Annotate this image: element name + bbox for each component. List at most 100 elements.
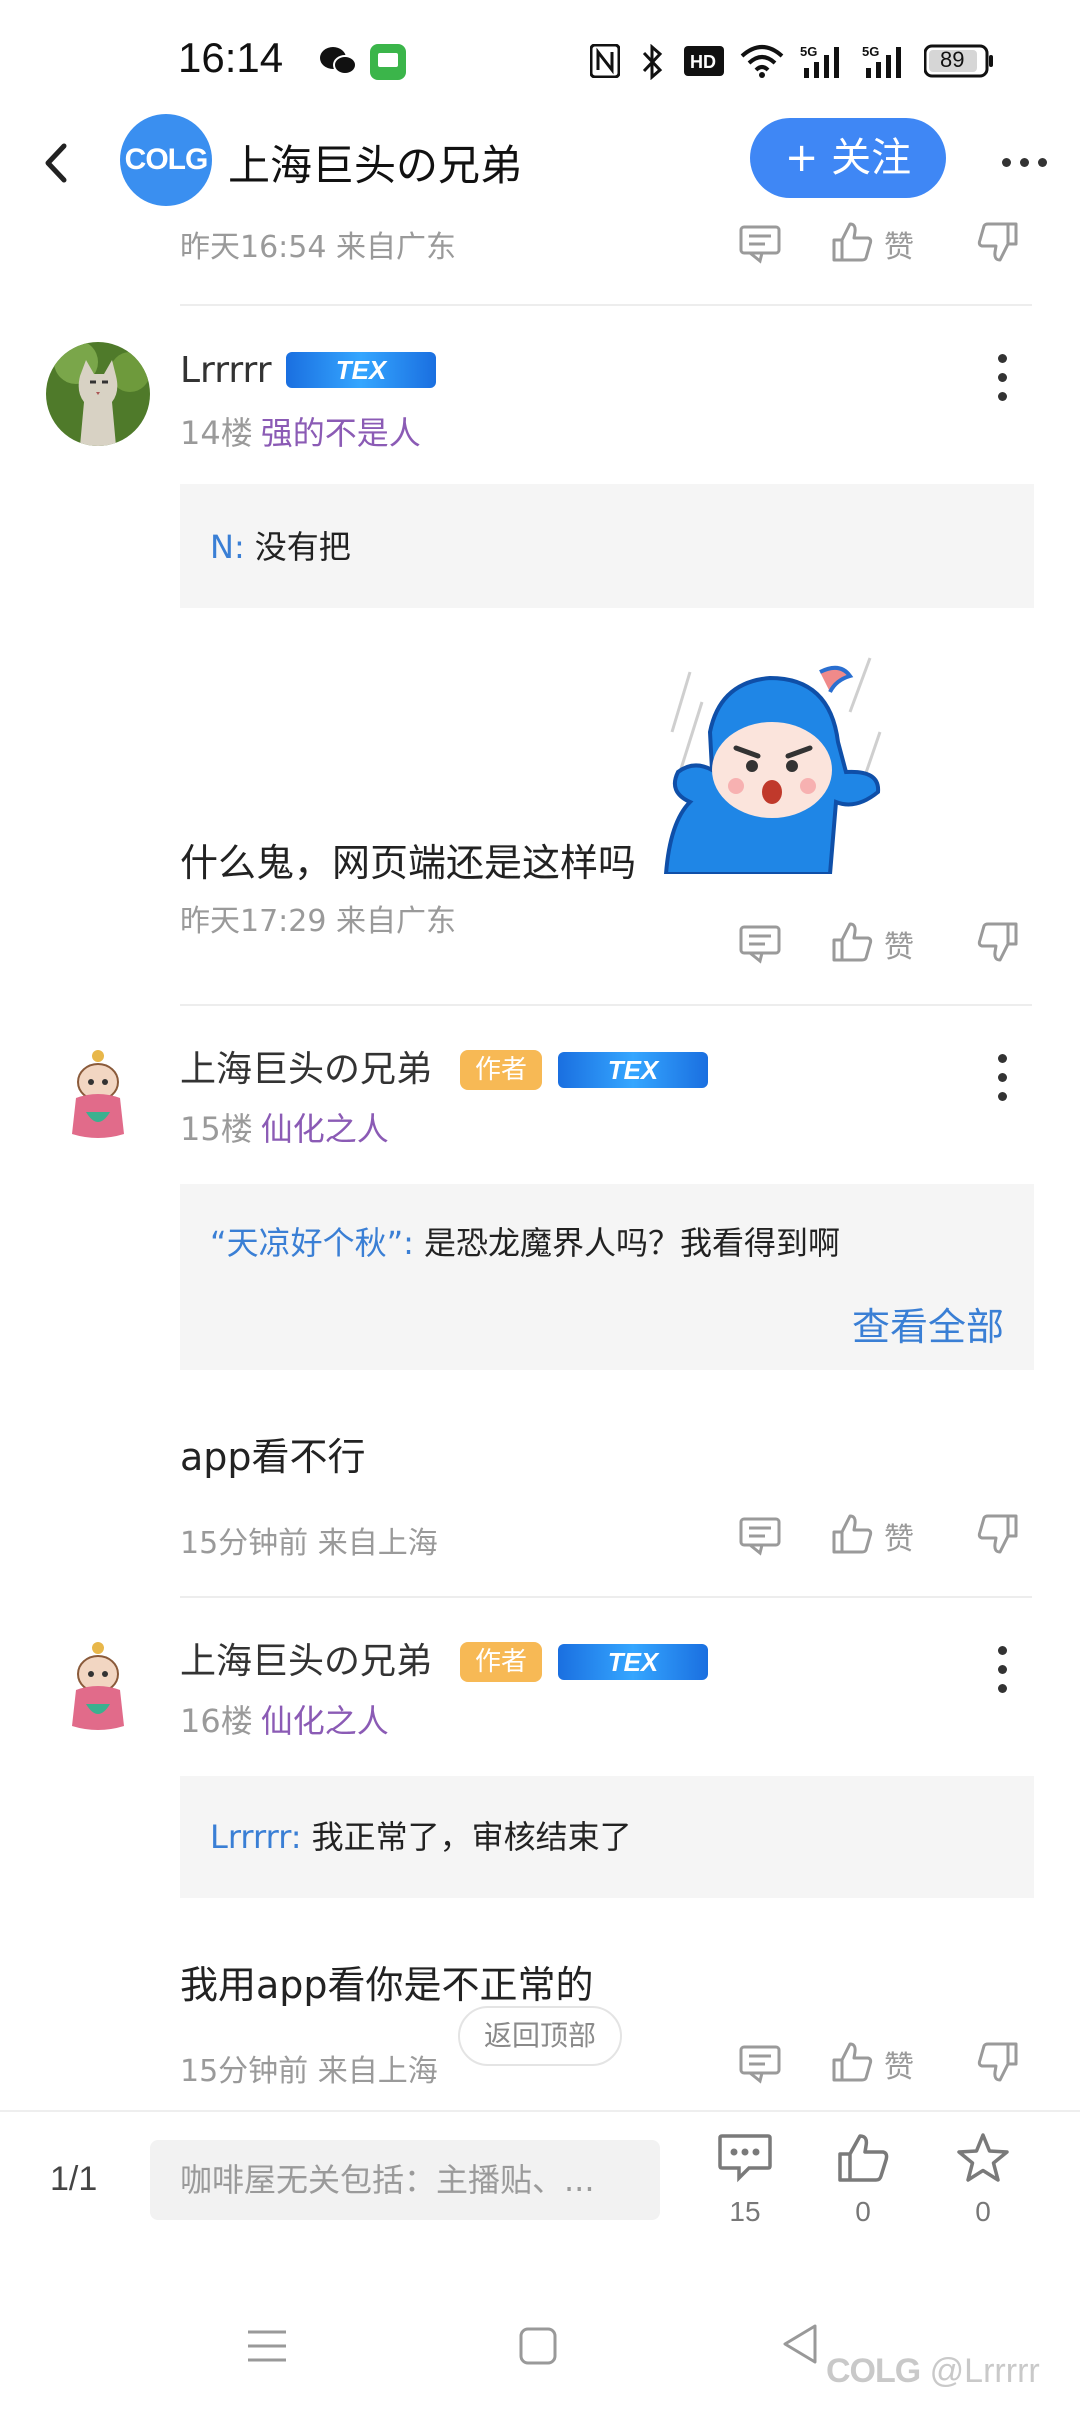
signal-5g-icon: 5G bbox=[862, 44, 901, 78]
floor-info: 15楼 仙化之人 bbox=[180, 1104, 389, 1150]
back-icon[interactable] bbox=[36, 138, 76, 188]
comment-icon[interactable] bbox=[738, 924, 782, 964]
like-icon[interactable] bbox=[830, 2040, 874, 2084]
top-header: COLG 上海巨头の兄弟 + 关注 bbox=[0, 112, 1080, 218]
comment-bubble-icon bbox=[718, 2134, 772, 2183]
more-options-icon[interactable] bbox=[1002, 152, 1062, 167]
star-count: 0 bbox=[975, 2196, 991, 2227]
comment-icon[interactable] bbox=[738, 2044, 782, 2084]
post-text: app看不行 bbox=[180, 1435, 366, 1479]
bluetooth-icon bbox=[642, 44, 663, 80]
level-badge: TEX bbox=[286, 352, 436, 388]
quote-author[interactable]: Lrrrrr: bbox=[210, 1818, 302, 1856]
floor-number: 14楼 bbox=[180, 414, 253, 452]
favorite-button[interactable]: 0 bbox=[938, 2132, 1028, 2228]
user-title[interactable]: 仙化之人 bbox=[261, 1702, 389, 1740]
view-all-link[interactable]: 查看全部 bbox=[852, 1296, 1004, 1351]
like-label[interactable]: 赞 bbox=[884, 922, 914, 966]
post-actions: 赞 bbox=[738, 918, 1028, 968]
floor-info: 14楼 强的不是人 bbox=[180, 408, 421, 454]
post-meta: 15分钟前 来自上海 bbox=[180, 1526, 438, 1561]
hd-icon: HD bbox=[684, 46, 724, 76]
quote-line: Lrrrrr: 我正常了，审核结束了 bbox=[210, 1812, 632, 1858]
quoted-comment[interactable]: Lrrrrr: 我正常了，审核结束了 bbox=[180, 1776, 1034, 1898]
nfc-icon bbox=[590, 44, 620, 78]
thumb-up-icon bbox=[838, 2134, 889, 2182]
like-label[interactable]: 赞 bbox=[884, 222, 914, 266]
comment-icon[interactable] bbox=[738, 224, 782, 264]
home-icon[interactable] bbox=[518, 2326, 558, 2366]
quote-text: 我正常了，审核结束了 bbox=[311, 1818, 632, 1856]
author-badge: 作者 bbox=[460, 1050, 542, 1090]
user-title[interactable]: 仙化之人 bbox=[261, 1110, 389, 1148]
like-label[interactable]: 赞 bbox=[884, 2042, 914, 2086]
post-menu-icon[interactable] bbox=[996, 354, 1008, 402]
watermark-brand: COLG bbox=[826, 2352, 921, 2390]
dislike-icon[interactable] bbox=[976, 1512, 1020, 1556]
quote-line: N: 没有把 bbox=[210, 522, 351, 568]
post-text: 我用app看你是不正常的 bbox=[180, 1963, 594, 2007]
user-title[interactable]: 强的不是人 bbox=[261, 414, 421, 452]
like-label[interactable]: 赞 bbox=[884, 1514, 914, 1558]
battery-level: 89 bbox=[940, 47, 965, 72]
star-icon bbox=[957, 2133, 1009, 2182]
nav-back-icon[interactable] bbox=[780, 2322, 820, 2366]
divider bbox=[180, 1596, 1032, 1598]
post-meta: 昨天16:54 来自广东 bbox=[180, 230, 456, 265]
quote-author[interactable]: N: bbox=[210, 528, 245, 566]
username[interactable]: 上海巨头の兄弟 bbox=[180, 1040, 432, 1092]
status-bar: 16:14 HD 5G 5G 89 bbox=[0, 0, 1080, 120]
page-indicator[interactable]: 1/1 bbox=[50, 2160, 97, 2199]
post-text: 什么鬼，网页端还是这样吗 bbox=[180, 841, 637, 885]
divider bbox=[180, 1004, 1032, 1006]
quote-author[interactable]: “天凉好个秋”: bbox=[210, 1224, 414, 1262]
level-badge: TEX bbox=[558, 1644, 708, 1680]
sticker-image[interactable] bbox=[660, 652, 886, 874]
divider bbox=[180, 304, 1032, 306]
like-icon[interactable] bbox=[830, 220, 874, 264]
post-menu-icon[interactable] bbox=[996, 1054, 1008, 1102]
post-menu-icon[interactable] bbox=[996, 1646, 1008, 1694]
post-actions: 赞 bbox=[738, 218, 1028, 268]
comments-button[interactable]: 15 bbox=[700, 2132, 790, 2228]
system-nav-bar bbox=[0, 2280, 1080, 2412]
reply-input[interactable]: 咖啡屋无关包括：主播贴、... bbox=[150, 2140, 660, 2220]
menu-icon[interactable] bbox=[246, 2328, 288, 2364]
post-actions: 赞 bbox=[738, 1510, 1028, 1560]
floor-info: 16楼 仙化之人 bbox=[180, 1696, 389, 1742]
signal-5g-icon: 5G bbox=[800, 44, 839, 78]
svg-text:HD: HD bbox=[690, 52, 716, 72]
dislike-icon[interactable] bbox=[976, 2040, 1020, 2084]
like-count: 0 bbox=[855, 2196, 871, 2227]
dislike-icon[interactable] bbox=[976, 220, 1020, 264]
level-badge: TEX bbox=[558, 1052, 708, 1088]
quoted-comment[interactable]: N: 没有把 bbox=[180, 484, 1034, 608]
follow-button[interactable]: + 关注 bbox=[750, 118, 946, 198]
status-time: 16:14 bbox=[178, 34, 284, 81]
username[interactable]: 上海巨头の兄弟 bbox=[180, 1632, 432, 1684]
comment-count: 15 bbox=[729, 2196, 761, 2227]
back-to-top-button[interactable]: 返回顶部 bbox=[458, 2006, 622, 2066]
svg-text:5G: 5G bbox=[862, 44, 879, 59]
dislike-icon[interactable] bbox=[976, 920, 1020, 964]
like-icon[interactable] bbox=[830, 1512, 874, 1556]
author-badge: 作者 bbox=[460, 1642, 542, 1682]
svg-text:5G: 5G bbox=[800, 44, 817, 59]
quote-text: 是恐龙魔界人吗？我看得到啊 bbox=[423, 1224, 840, 1262]
page-title: 上海巨头の兄弟 bbox=[228, 141, 523, 190]
floor-number: 15楼 bbox=[180, 1110, 253, 1148]
post-meta: 昨天17:29 来自广东 bbox=[180, 904, 456, 939]
like-icon[interactable] bbox=[830, 920, 874, 964]
username[interactable]: Lrrrrr bbox=[180, 350, 272, 391]
quoted-comment[interactable]: “天凉好个秋”: 是恐龙魔界人吗？我看得到啊 查看全部 bbox=[180, 1184, 1034, 1370]
quote-line: “天凉好个秋”: 是恐龙魔界人吗？我看得到啊 bbox=[210, 1218, 840, 1264]
forum-logo[interactable]: COLG bbox=[120, 114, 212, 206]
avatar[interactable] bbox=[46, 342, 150, 446]
like-button[interactable]: 0 bbox=[818, 2132, 908, 2228]
comment-icon[interactable] bbox=[738, 1516, 782, 1556]
bottom-bar: 1/1 咖啡屋无关包括：主播贴、... 15 0 0 bbox=[0, 2110, 1080, 2250]
wifi-icon bbox=[740, 45, 784, 78]
avatar[interactable] bbox=[46, 1634, 150, 1738]
avatar[interactable] bbox=[46, 1042, 150, 1146]
message-app-icon bbox=[370, 44, 406, 80]
